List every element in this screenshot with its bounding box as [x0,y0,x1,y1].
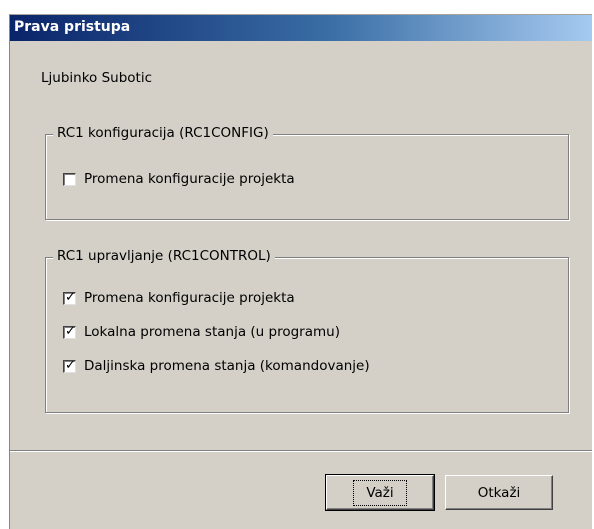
checkbox-box[interactable] [63,324,76,339]
checkbox-label: Promena konfiguracije projekta [84,290,295,306]
user-name: Ljubinko Subotic [41,70,153,86]
checkbox-box[interactable] [63,358,76,373]
checkbox-label: Daljinska promena stanja (komandovanje) [84,358,370,374]
dialog-title: Prava pristupa [14,19,131,35]
access-rights-dialog: Prava pristupa Ljubinko Subotic RC1 konf… [9,14,592,529]
checkbox-control-project-change[interactable]: Promena konfiguracije projekta [63,290,295,306]
checkbox-remote-state-change[interactable]: Daljinska promena stanja (komandovanje) [63,358,370,374]
checkbox-local-state-change[interactable]: Lokalna promena stanja (u programu) [63,324,340,340]
checkbox-label: Promena konfiguracije projekta [84,171,295,187]
checkbox-box[interactable] [63,290,76,305]
rc1-control-group-legend: RC1 upravljanje (RC1CONTROL) [53,248,275,264]
cancel-button[interactable]: Otkaži [445,475,553,510]
rc1-control-group: RC1 upravljanje (RC1CONTROL) Promena kon… [45,248,569,413]
ok-button[interactable]: Važi [325,474,435,511]
checkbox-box[interactable] [63,172,76,186]
button-separator [10,450,592,452]
title-bar[interactable]: Prava pristupa [10,15,592,41]
ok-button-label: Važi [353,479,407,506]
checkbox-config-project-change[interactable]: Promena konfiguracije projekta [63,171,295,187]
rc1-config-group-legend: RC1 konfiguracija (RC1CONFIG) [53,125,273,141]
checkbox-label: Lokalna promena stanja (u programu) [84,324,340,340]
rc1-config-group: RC1 konfiguracija (RC1CONFIG) Promena ko… [45,125,569,220]
cancel-button-label: Otkaži [477,484,521,501]
